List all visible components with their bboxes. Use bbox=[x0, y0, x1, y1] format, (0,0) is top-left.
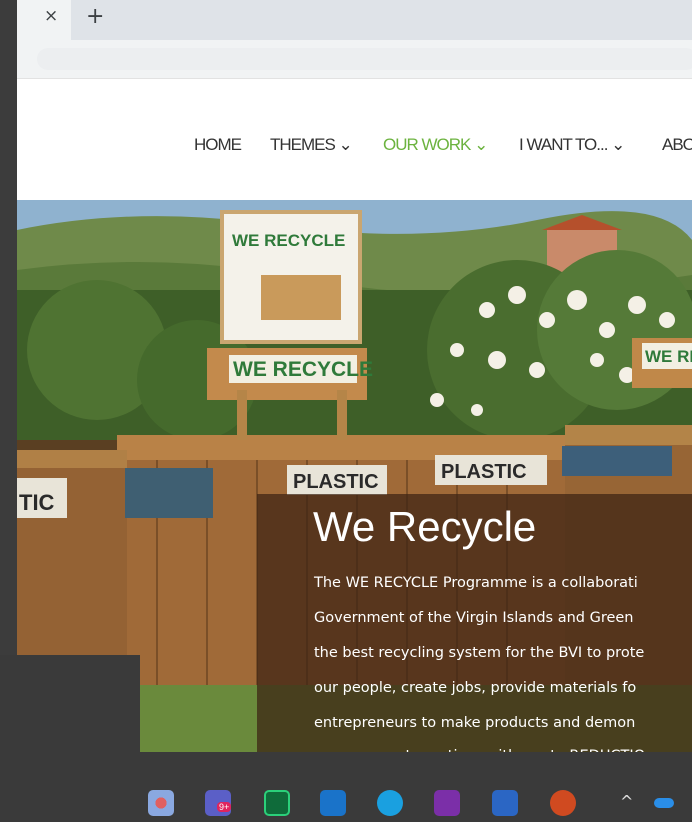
sharepoint-icon[interactable] bbox=[264, 790, 290, 816]
powerpoint-icon[interactable] bbox=[550, 790, 576, 816]
new-tab-button[interactable]: + bbox=[86, 4, 104, 29]
sign-we-recycle-board: WE RECYCLE bbox=[233, 358, 373, 381]
chevron-up-icon[interactable]: ^ bbox=[620, 792, 633, 811]
outlook-icon[interactable] bbox=[320, 790, 346, 816]
address-bar[interactable] bbox=[37, 48, 692, 70]
hero-text-line: The WE RECYCLE Programme is a collaborat… bbox=[314, 575, 638, 591]
nav-our-work[interactable]: OUR WORK ⌄ bbox=[383, 135, 488, 155]
skype-icon[interactable] bbox=[377, 790, 403, 816]
sign-plastic-2: PLASTIC bbox=[441, 461, 527, 483]
onenote-icon[interactable] bbox=[434, 790, 460, 816]
hero-text-line: Government of the Virgin Islands and Gre… bbox=[314, 610, 634, 626]
teams-icon[interactable]: 9+ bbox=[205, 790, 232, 816]
nav-i-want-to[interactable]: I WANT TO... ⌄ bbox=[519, 135, 625, 155]
teams-badge: 9+ bbox=[217, 802, 232, 812]
close-tab-icon[interactable]: × bbox=[44, 6, 58, 26]
hero-title: We Recycle bbox=[313, 503, 537, 550]
sign-we-recycle-top: WE RECYCLE bbox=[232, 231, 345, 250]
sign-tic: TIC bbox=[19, 490, 55, 515]
nav-about[interactable]: ABO bbox=[662, 135, 692, 155]
hero-text-line: entrepreneurs to make products and demon bbox=[314, 715, 636, 731]
sign-we-re: WE RE bbox=[645, 347, 692, 366]
settings-app-icon[interactable] bbox=[148, 790, 174, 816]
nav-home[interactable]: HOME bbox=[194, 135, 242, 155]
browser-tab-strip bbox=[17, 0, 692, 40]
word-icon[interactable] bbox=[492, 790, 518, 816]
hero-text-line: our people, create jobs, provide materia… bbox=[314, 680, 637, 696]
browser-toolbar bbox=[17, 40, 692, 79]
sign-plastic-1: PLASTIC bbox=[293, 471, 379, 493]
overlay-dark-panel bbox=[0, 655, 140, 822]
onedrive-icon[interactable] bbox=[654, 798, 674, 808]
nav-themes[interactable]: THEMES ⌄ bbox=[270, 135, 353, 155]
hero-text-line: the best recycling system for the BVI to… bbox=[314, 645, 645, 661]
